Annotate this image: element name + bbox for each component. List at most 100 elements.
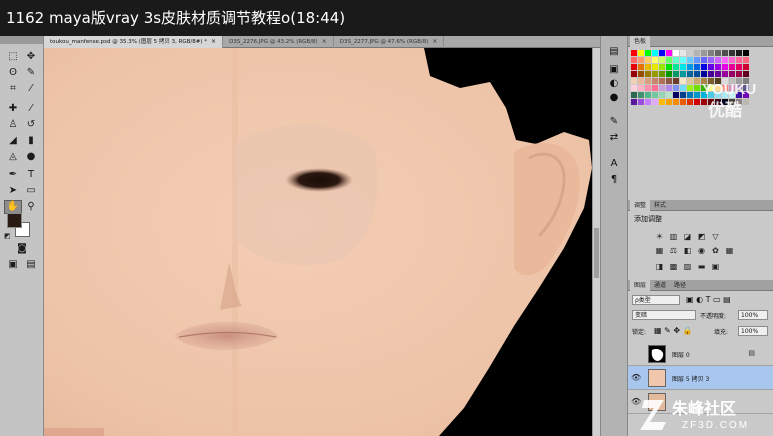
dodge-tool-icon[interactable]: ● — [22, 150, 40, 164]
color-swatch[interactable] — [659, 64, 665, 70]
tab-layers[interactable]: 图层 — [630, 279, 651, 291]
color-swatch[interactable] — [680, 71, 686, 77]
color-swatch[interactable] — [652, 50, 658, 56]
blur-tool-icon[interactable]: ◬ — [4, 150, 22, 164]
color-swatch[interactable] — [638, 92, 644, 98]
color-swatch[interactable] — [729, 57, 735, 63]
color-swatch[interactable] — [687, 78, 693, 84]
color-balance-icon[interactable]: ⚖ — [668, 246, 679, 256]
paragraph-panel-icon[interactable]: ¶ — [607, 174, 621, 186]
color-swatch[interactable] — [659, 57, 665, 63]
black-white-icon[interactable]: ◧ — [682, 246, 693, 256]
color-swatch[interactable] — [638, 57, 644, 63]
quick-select-tool-icon[interactable]: ✎ — [22, 66, 40, 80]
history-panel-icon[interactable]: ▤ — [607, 46, 621, 58]
photo-filter-icon[interactable]: ◉ — [696, 246, 707, 256]
color-swatch[interactable] — [659, 99, 665, 105]
color-swatch[interactable] — [673, 57, 679, 63]
canvas-vertical-scrollbar[interactable] — [592, 48, 600, 436]
quick-mask-icon[interactable]: ◙ — [13, 242, 31, 256]
color-swatch[interactable] — [666, 78, 672, 84]
path-select-tool-icon[interactable]: ➤ — [4, 184, 22, 198]
color-swatch[interactable] — [673, 92, 679, 98]
color-swatch[interactable] — [631, 50, 637, 56]
gradient-map-icon[interactable]: ▬ — [696, 262, 707, 272]
curves-icon[interactable]: ◪ — [682, 232, 693, 242]
healing-brush-tool-icon[interactable]: ✚ — [4, 102, 22, 116]
color-swatch[interactable] — [631, 71, 637, 77]
foreground-color-swatch[interactable] — [7, 213, 22, 228]
color-swatch[interactable] — [736, 50, 742, 56]
color-swatch[interactable] — [687, 99, 693, 105]
eyedropper-tool-icon[interactable]: ⁄ — [22, 82, 40, 96]
default-colors-icon[interactable]: ◩ — [4, 232, 11, 240]
tab-toukou-psd[interactable]: toukou_manfense.psd @ 35.3% (图层 5 拷贝 3, … — [44, 36, 224, 48]
color-swatch[interactable] — [701, 50, 707, 56]
color-swatch[interactable] — [694, 64, 700, 70]
color-swatch[interactable] — [687, 85, 693, 91]
color-swatch[interactable] — [729, 64, 735, 70]
color-swatch[interactable] — [701, 64, 707, 70]
color-swatch[interactable] — [729, 50, 735, 56]
color-swatch[interactable] — [652, 78, 658, 84]
move-tool-icon[interactable]: ✥ — [22, 50, 40, 64]
color-swatch[interactable] — [680, 99, 686, 105]
scrollbar-thumb[interactable] — [594, 228, 599, 278]
vibrance-icon[interactable]: ▽ — [710, 232, 721, 242]
color-swatch[interactable] — [680, 57, 686, 63]
color-swatch[interactable] — [638, 85, 644, 91]
blend-mode-dropdown[interactable]: 变暗 — [632, 310, 696, 320]
color-swatch[interactable] — [631, 99, 637, 105]
color-swatch[interactable] — [722, 57, 728, 63]
color-swatch[interactable] — [645, 92, 651, 98]
color-swatch[interactable] — [666, 71, 672, 77]
color-swatch[interactable] — [722, 64, 728, 70]
color-swatch[interactable] — [638, 99, 644, 105]
close-icon[interactable]: × — [322, 38, 327, 45]
color-swatch[interactable] — [659, 92, 665, 98]
color-swatch[interactable] — [687, 57, 693, 63]
color-swatch[interactable] — [659, 50, 665, 56]
screen-mode-menu-icon[interactable]: ▤ — [22, 258, 40, 272]
color-swatch[interactable] — [680, 92, 686, 98]
exposure-icon[interactable]: ◩ — [696, 232, 707, 242]
color-swatch[interactable] — [666, 57, 672, 63]
clone-source-panel-icon[interactable]: ⇄ — [607, 132, 621, 144]
gradient-tool-icon[interactable]: ▮ — [22, 134, 40, 148]
color-swatch[interactable] — [638, 71, 644, 77]
color-swatch[interactable] — [666, 50, 672, 56]
color-swatch[interactable] — [673, 85, 679, 91]
invert-icon[interactable]: ◨ — [654, 262, 665, 272]
color-swatch[interactable] — [645, 50, 651, 56]
color-swatch[interactable] — [708, 64, 714, 70]
layer-filter-icons[interactable]: ▣ ◐ T ▭ ▤ — [686, 295, 731, 304]
color-lookup-icon[interactable]: ▦ — [724, 246, 735, 256]
levels-icon[interactable]: ▥ — [668, 232, 679, 242]
color-swatch[interactable] — [645, 57, 651, 63]
color-swatch[interactable] — [631, 78, 637, 84]
tab-paths[interactable]: 路径 — [670, 280, 690, 291]
color-swatch[interactable] — [666, 99, 672, 105]
color-swatch[interactable] — [715, 50, 721, 56]
eye-icon[interactable]: 👁 — [631, 373, 641, 382]
navigator-panel-icon[interactable]: ● — [607, 92, 621, 104]
color-swatch[interactable] — [673, 99, 679, 105]
history-brush-tool-icon[interactable]: ↺ — [22, 118, 40, 132]
color-swatch[interactable] — [722, 50, 728, 56]
color-swatch[interactable] — [652, 57, 658, 63]
color-swatch[interactable] — [687, 50, 693, 56]
tab-channels[interactable]: 通道 — [650, 280, 670, 291]
tab-styles[interactable]: 样式 — [650, 200, 670, 211]
color-swatch[interactable] — [666, 85, 672, 91]
color-swatch[interactable] — [687, 64, 693, 70]
screen-mode-icon[interactable]: ▣ — [4, 258, 22, 272]
threshold-icon[interactable]: ▨ — [682, 262, 693, 272]
color-swatch[interactable] — [736, 71, 742, 77]
color-swatch[interactable] — [743, 50, 749, 56]
close-icon[interactable]: × — [211, 38, 216, 45]
color-swatch[interactable] — [673, 78, 679, 84]
color-swatch[interactable] — [687, 71, 693, 77]
tools-panel-header[interactable] — [0, 36, 43, 44]
color-swatch[interactable] — [743, 64, 749, 70]
color-swatch[interactable] — [666, 64, 672, 70]
